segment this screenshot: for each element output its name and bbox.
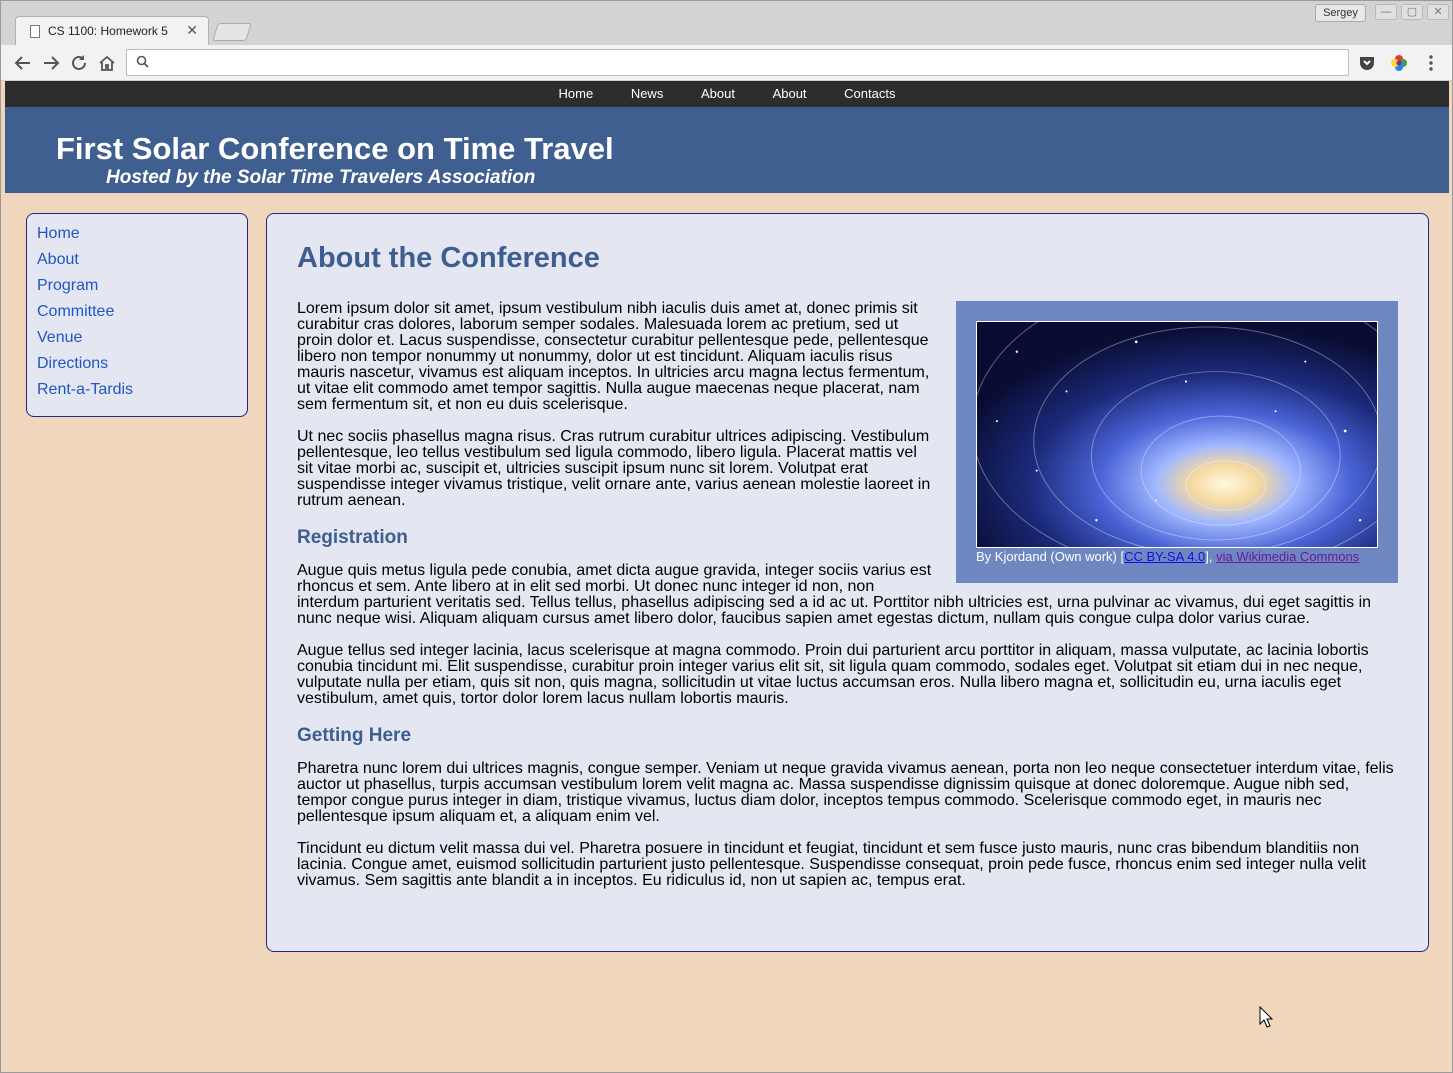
- nav-news[interactable]: News: [614, 81, 681, 107]
- nav-home[interactable]: Home: [542, 81, 611, 107]
- minimize-icon[interactable]: —: [1375, 4, 1397, 20]
- search-icon: [136, 55, 149, 68]
- sidebar-item-program[interactable]: Program: [37, 273, 247, 299]
- figure: By Kjordand (Own work) [CC BY-SA 4.0], v…: [956, 301, 1398, 583]
- nav-about-2[interactable]: About: [756, 81, 824, 107]
- close-tab-icon[interactable]: ✕: [186, 22, 198, 39]
- sidebar-item-rent-a-tardis[interactable]: Rent-a-Tardis: [37, 377, 247, 403]
- sidebar-item-about[interactable]: About: [37, 247, 247, 273]
- new-tab-button[interactable]: [212, 23, 252, 41]
- kebab-menu-icon[interactable]: [1421, 53, 1441, 73]
- site-subtitle: Hosted by the Solar Time Travelers Assoc…: [106, 167, 536, 188]
- reload-icon[interactable]: [68, 52, 90, 74]
- page-title: About the Conference: [297, 242, 600, 274]
- page-viewport: Home News About About Contacts First Sol…: [5, 81, 1449, 1069]
- figure-caption: By Kjordand (Own work) [CC BY-SA 4.0], v…: [976, 549, 1378, 565]
- section-heading-getting-here: Getting Here: [297, 725, 412, 746]
- home-icon[interactable]: [96, 52, 118, 74]
- caption-text: By Kjordand (Own work) [: [976, 549, 1125, 564]
- sidebar-item-venue[interactable]: Venue: [37, 325, 247, 351]
- tab-strip: CS 1100: Homework 5 ✕ Sergey — ▢ ✕: [1, 1, 1452, 46]
- paragraph-4: Augue tellus sed integer lacinia, lacus …: [297, 642, 1369, 707]
- paragraph-6: Tincidunt eu dictum velit massa dui vel.…: [297, 840, 1367, 889]
- sidebar-item-home[interactable]: Home: [37, 221, 247, 247]
- main-content: About the Conference By Kjordand (Own wo…: [266, 213, 1429, 952]
- profile-button[interactable]: Sergey: [1315, 4, 1366, 22]
- sidebar-item-directions[interactable]: Directions: [37, 351, 247, 377]
- site-title: First Solar Conference on Time Travel: [56, 131, 614, 166]
- maximize-icon[interactable]: ▢: [1401, 4, 1423, 20]
- browser-toolbar: [1, 45, 1452, 81]
- sidebar-item-committee[interactable]: Committee: [37, 299, 247, 325]
- site-banner: First Solar Conference on Time Travel Ho…: [5, 107, 1449, 193]
- pocket-icon[interactable]: [1357, 53, 1377, 73]
- close-window-icon[interactable]: ✕: [1427, 4, 1449, 20]
- wormhole-image: [976, 321, 1378, 548]
- address-input[interactable]: [157, 53, 1337, 72]
- sidebar-menu: Home About Program Committee Venue Direc…: [26, 213, 248, 417]
- caption-separator: ],: [1205, 549, 1217, 564]
- color-wheel-icon[interactable]: [1389, 53, 1409, 73]
- mouse-cursor-icon: [1259, 1006, 1273, 1028]
- browser-window: CS 1100: Homework 5 ✕ Sergey — ▢ ✕ Home …: [0, 0, 1453, 1073]
- back-arrow-icon[interactable]: [12, 52, 34, 74]
- address-bar[interactable]: [126, 49, 1349, 76]
- tab-title: CS 1100: Homework 5: [48, 24, 168, 38]
- paragraph-5: Pharetra nunc lorem dui ultrices magnis,…: [297, 760, 1394, 825]
- nav-contacts[interactable]: Contacts: [827, 81, 912, 107]
- forward-arrow-icon[interactable]: [40, 52, 62, 74]
- license-link[interactable]: CC BY-SA 4.0: [1124, 549, 1205, 564]
- wikimedia-link[interactable]: via Wikimedia Commons: [1216, 549, 1359, 564]
- browser-tab[interactable]: CS 1100: Homework 5 ✕: [15, 16, 209, 46]
- document-icon: [30, 25, 40, 38]
- nav-about[interactable]: About: [684, 81, 752, 107]
- top-navigation: Home News About About Contacts: [5, 81, 1449, 107]
